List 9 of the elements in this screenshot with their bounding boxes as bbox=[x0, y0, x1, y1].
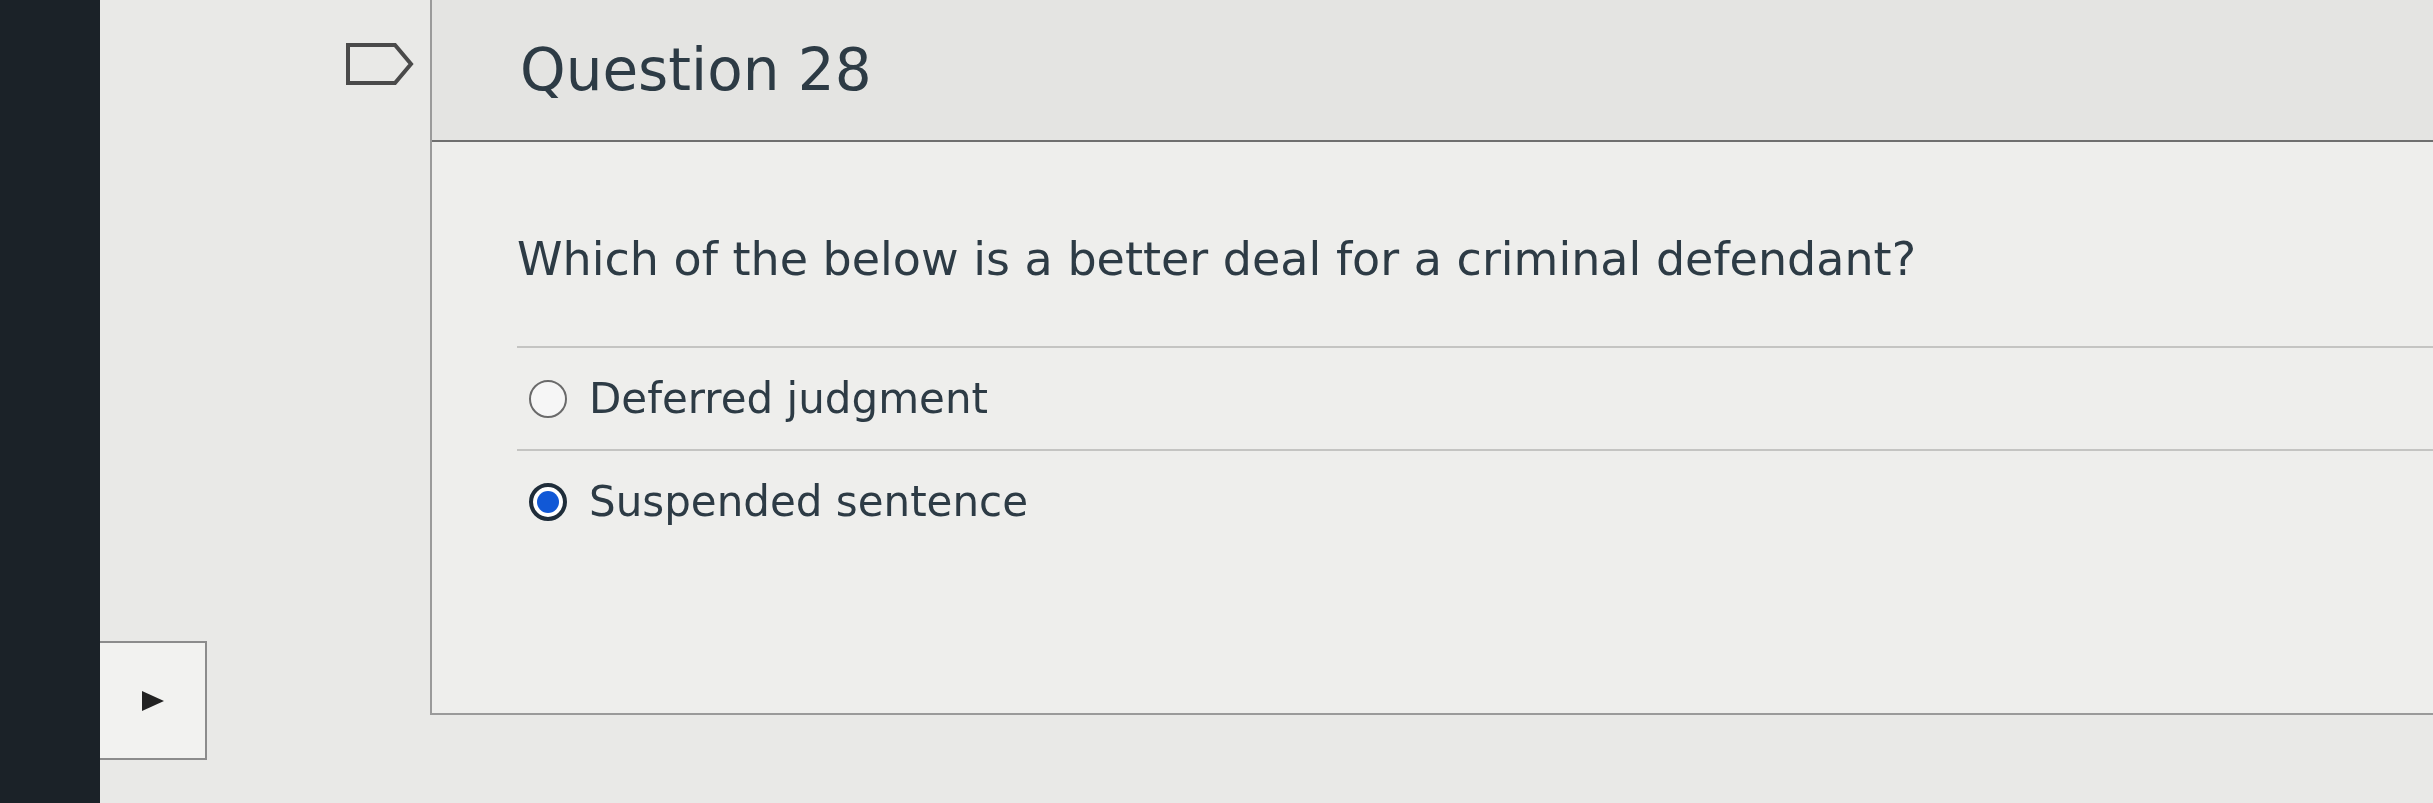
radio-button[interactable] bbox=[529, 482, 567, 521]
expand-button[interactable] bbox=[100, 641, 207, 760]
option-label[interactable]: Suspended sentence bbox=[589, 477, 1028, 526]
play-icon bbox=[139, 688, 166, 713]
option-label[interactable]: Deferred judgment bbox=[589, 374, 988, 423]
question-text: Which of the below is a better deal for a criminal defendant? bbox=[517, 232, 2433, 348]
question-title: Question 28 bbox=[520, 36, 872, 104]
flag-icon[interactable] bbox=[345, 42, 415, 86]
radio-button[interactable] bbox=[529, 379, 567, 418]
